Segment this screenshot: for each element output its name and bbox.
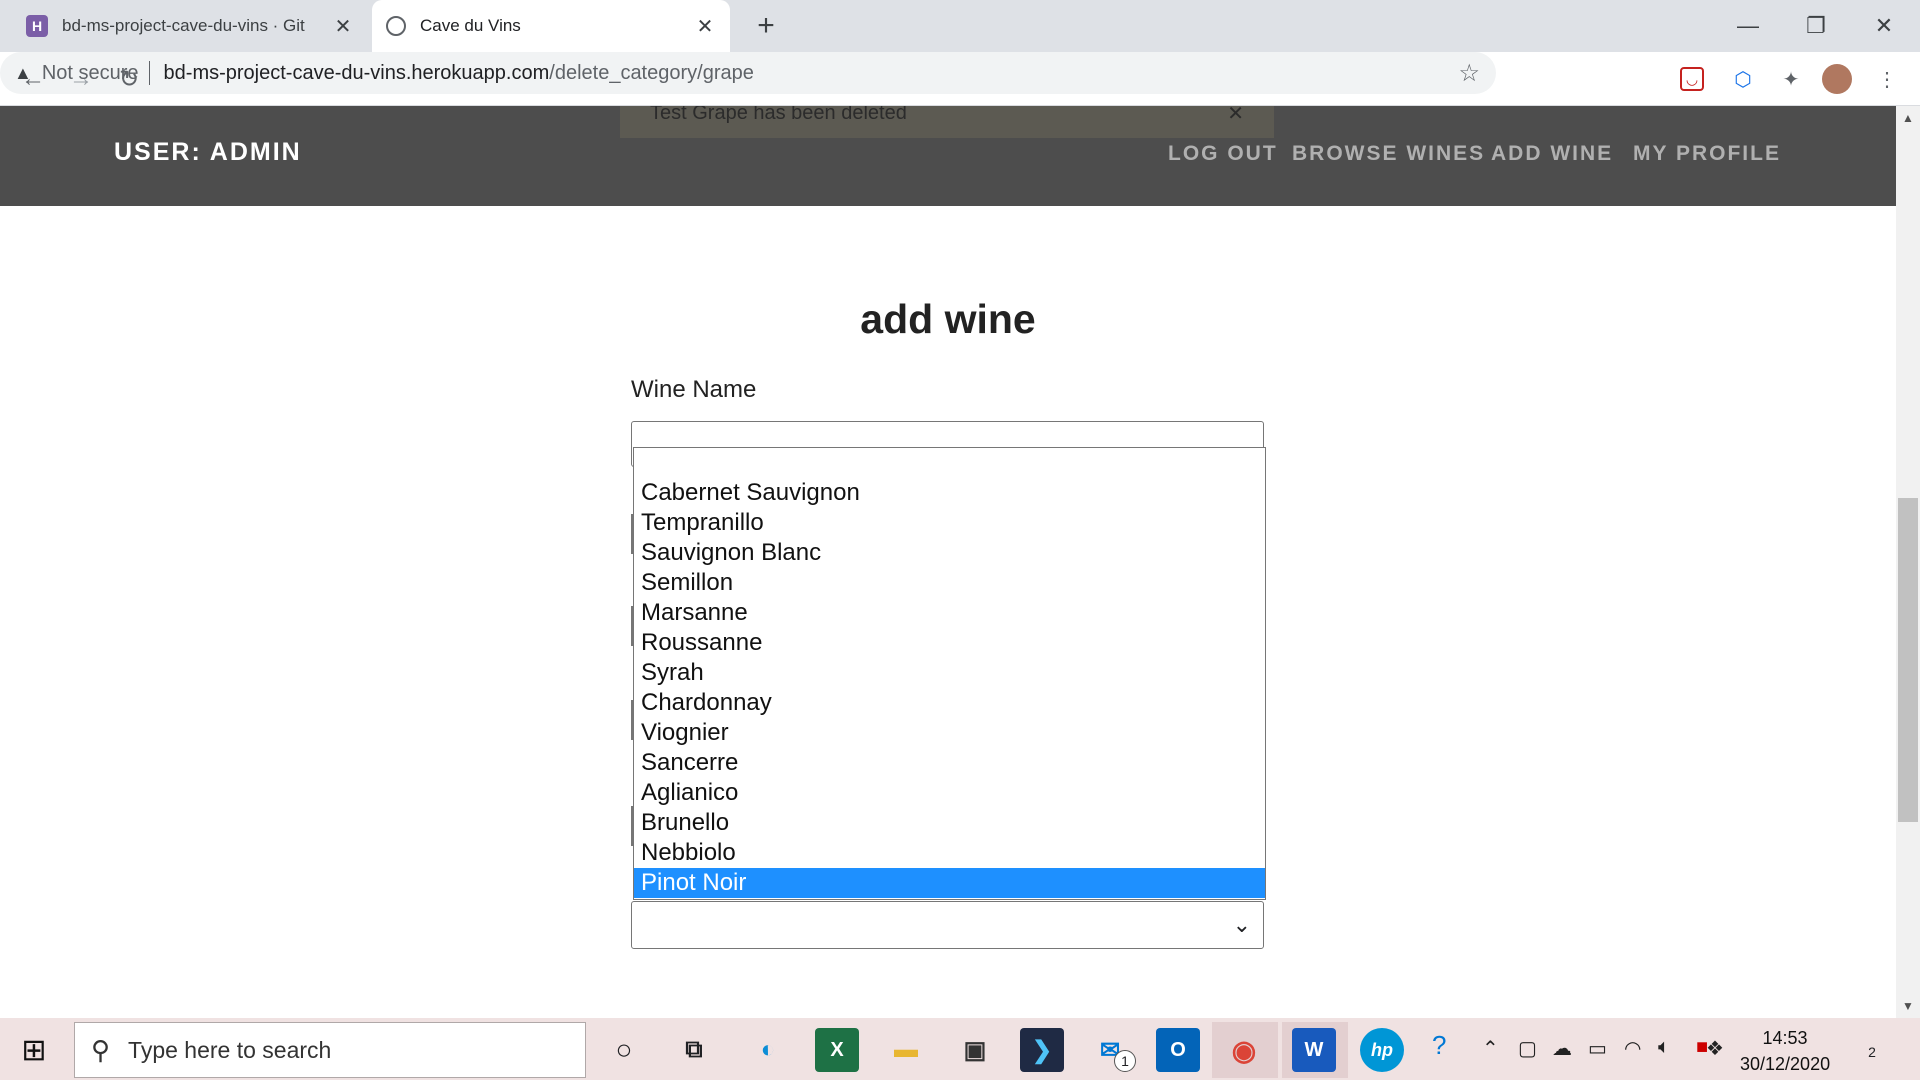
notification-count: 2 — [1868, 1044, 1876, 1060]
forward-button[interactable]: → — [62, 60, 100, 98]
dropdown-option[interactable]: Aglianico — [634, 778, 1265, 808]
nav-add-wine[interactable]: ADD WINE — [1491, 142, 1613, 166]
powershell-icon[interactable]: ❯ — [1020, 1028, 1064, 1072]
back-button[interactable]: ← — [14, 60, 52, 98]
url-path: /delete_category/grape — [549, 61, 754, 84]
edge-icon[interactable]: ◐ — [746, 1028, 790, 1072]
chrome-icon[interactable]: ◉ — [1222, 1028, 1266, 1072]
close-tab-icon[interactable]: ✕ — [694, 14, 716, 39]
grape-dropdown-list: Cabernet Sauvignon Tempranillo Sauvignon… — [633, 447, 1266, 900]
meet-now-icon[interactable]: ▢ — [1518, 1036, 1537, 1061]
dropdown-option-highlighted[interactable]: Pinot Noir — [634, 868, 1265, 898]
page-title: add wine — [860, 296, 1036, 342]
dropdown-option[interactable]: Semillon — [634, 568, 1265, 598]
minimize-button[interactable]: — — [1718, 6, 1778, 46]
chevron-down-icon: ⌄ — [1232, 912, 1251, 937]
file-explorer-icon[interactable]: ▬ — [884, 1028, 928, 1072]
scroll-down-arrow-icon[interactable]: ▼ — [1896, 996, 1920, 1016]
dropdown-option[interactable]: Tempranillo — [634, 508, 1265, 538]
close-tab-icon[interactable]: ✕ — [332, 14, 354, 39]
bookmark-star-icon[interactable]: ☆ — [1458, 59, 1480, 88]
outlook-icon[interactable]: O — [1156, 1028, 1200, 1072]
battery-icon[interactable]: ▭ — [1588, 1036, 1607, 1061]
extension-shield-icon[interactable]: ◡ — [1680, 67, 1704, 91]
nav-browse-wines[interactable]: BROWSE WINES — [1292, 142, 1485, 166]
dropbox-icon[interactable]: ❖ — [1706, 1036, 1724, 1061]
flash-text: Test Grape has been deleted — [650, 106, 907, 124]
excel-icon[interactable]: X — [815, 1028, 859, 1072]
notification-center-icon[interactable]: 2 — [1854, 1034, 1890, 1070]
extensions-puzzle-icon[interactable]: ✦ — [1776, 64, 1806, 94]
volume-icon[interactable]: 🔈︎ — [1658, 1036, 1670, 1059]
dropdown-option[interactable]: Viognier — [634, 718, 1265, 748]
browser-toolbar: ← → ↻ ▲ Not secure bd-ms-project-cave-du… — [0, 52, 1920, 106]
flash-message: Test Grape has been deleted ✕ — [620, 106, 1274, 138]
hp-icon[interactable]: hp — [1360, 1028, 1404, 1072]
windows-start-icon[interactable]: ⊞ — [12, 1030, 56, 1070]
system-clock[interactable]: 14:53 30/12/2020 — [1740, 1025, 1830, 1077]
new-tab-button[interactable]: + — [748, 8, 784, 44]
dropdown-option[interactable]: Roussanne — [634, 628, 1265, 658]
nav-my-profile[interactable]: MY PROFILE — [1633, 142, 1781, 166]
address-bar[interactable]: ▲ Not secure bd-ms-project-cave-du-vins.… — [0, 52, 1496, 94]
brand-user-label: USER: ADMIN — [114, 138, 302, 166]
browser-tab-strip: H bd-ms-project-cave-du-vins · Git ✕ Cav… — [0, 0, 1920, 52]
chevron-up-icon[interactable]: ⌃ — [1482, 1036, 1499, 1061]
grape-select[interactable]: ⌄ — [631, 901, 1264, 949]
help-icon[interactable]: ? — [1432, 1030, 1446, 1061]
task-view-icon[interactable]: ⧉ — [672, 1028, 716, 1072]
nav-log-out[interactable]: LOG OUT — [1168, 142, 1278, 166]
word-icon[interactable]: W — [1292, 1028, 1336, 1072]
dropdown-option[interactable]: Cabernet Sauvignon — [634, 478, 1265, 508]
reload-button[interactable]: ↻ — [110, 60, 148, 98]
dropdown-option[interactable]: Brunello — [634, 808, 1265, 838]
globe-icon — [386, 16, 406, 36]
onedrive-cloud-icon[interactable]: ☁ — [1552, 1036, 1572, 1061]
tab-github[interactable]: H bd-ms-project-cave-du-vins · Git ✕ — [12, 0, 368, 52]
mail-badge: 1 — [1114, 1050, 1136, 1072]
dropdown-option[interactable]: Sancerre — [634, 748, 1265, 778]
search-icon: ⚲ — [91, 1034, 111, 1065]
dropdown-option[interactable]: Marsanne — [634, 598, 1265, 628]
close-window-button[interactable]: ✕ — [1854, 6, 1914, 46]
heroku-icon: H — [26, 15, 48, 37]
scrollbar-thumb[interactable] — [1898, 498, 1918, 822]
wifi-icon[interactable]: ◠ — [1624, 1036, 1641, 1061]
store-icon[interactable]: ▣ — [953, 1028, 997, 1072]
dropdown-option[interactable]: Syrah — [634, 658, 1265, 688]
flash-close-icon[interactable]: ✕ — [1227, 106, 1244, 126]
wine-name-label: Wine Name — [631, 376, 757, 403]
extension-hexagon-icon[interactable]: ⬡ — [1728, 64, 1758, 94]
divider — [148, 61, 150, 85]
dropdown-option[interactable]: Nebbiolo — [634, 838, 1265, 868]
clock-time: 14:53 — [1762, 1028, 1808, 1048]
menu-kebab-icon[interactable]: ⋮ — [1872, 64, 1902, 94]
taskbar-search-box[interactable]: ⚲ Type here to search — [74, 1022, 586, 1078]
tab-cave-du-vins[interactable]: Cave du Vins ✕ — [372, 0, 730, 52]
tab-title: Cave du Vins — [420, 16, 521, 35]
cortana-icon[interactable]: ○ — [602, 1028, 646, 1072]
restore-button[interactable]: ❐ — [1786, 6, 1846, 46]
dropdown-option[interactable]: Sauvignon Blanc — [634, 538, 1265, 568]
url-host: bd-ms-project-cave-du-vins.herokuapp.com — [163, 61, 550, 84]
tab-title: bd-ms-project-cave-du-vins · Git — [62, 16, 305, 35]
profile-avatar[interactable] — [1822, 64, 1852, 94]
scroll-up-arrow-icon[interactable]: ▲ — [1896, 108, 1920, 128]
clock-date: 30/12/2020 — [1740, 1054, 1831, 1074]
search-placeholder: Type here to search — [128, 1036, 332, 1063]
dropdown-option[interactable]: Chardonnay — [634, 688, 1265, 718]
